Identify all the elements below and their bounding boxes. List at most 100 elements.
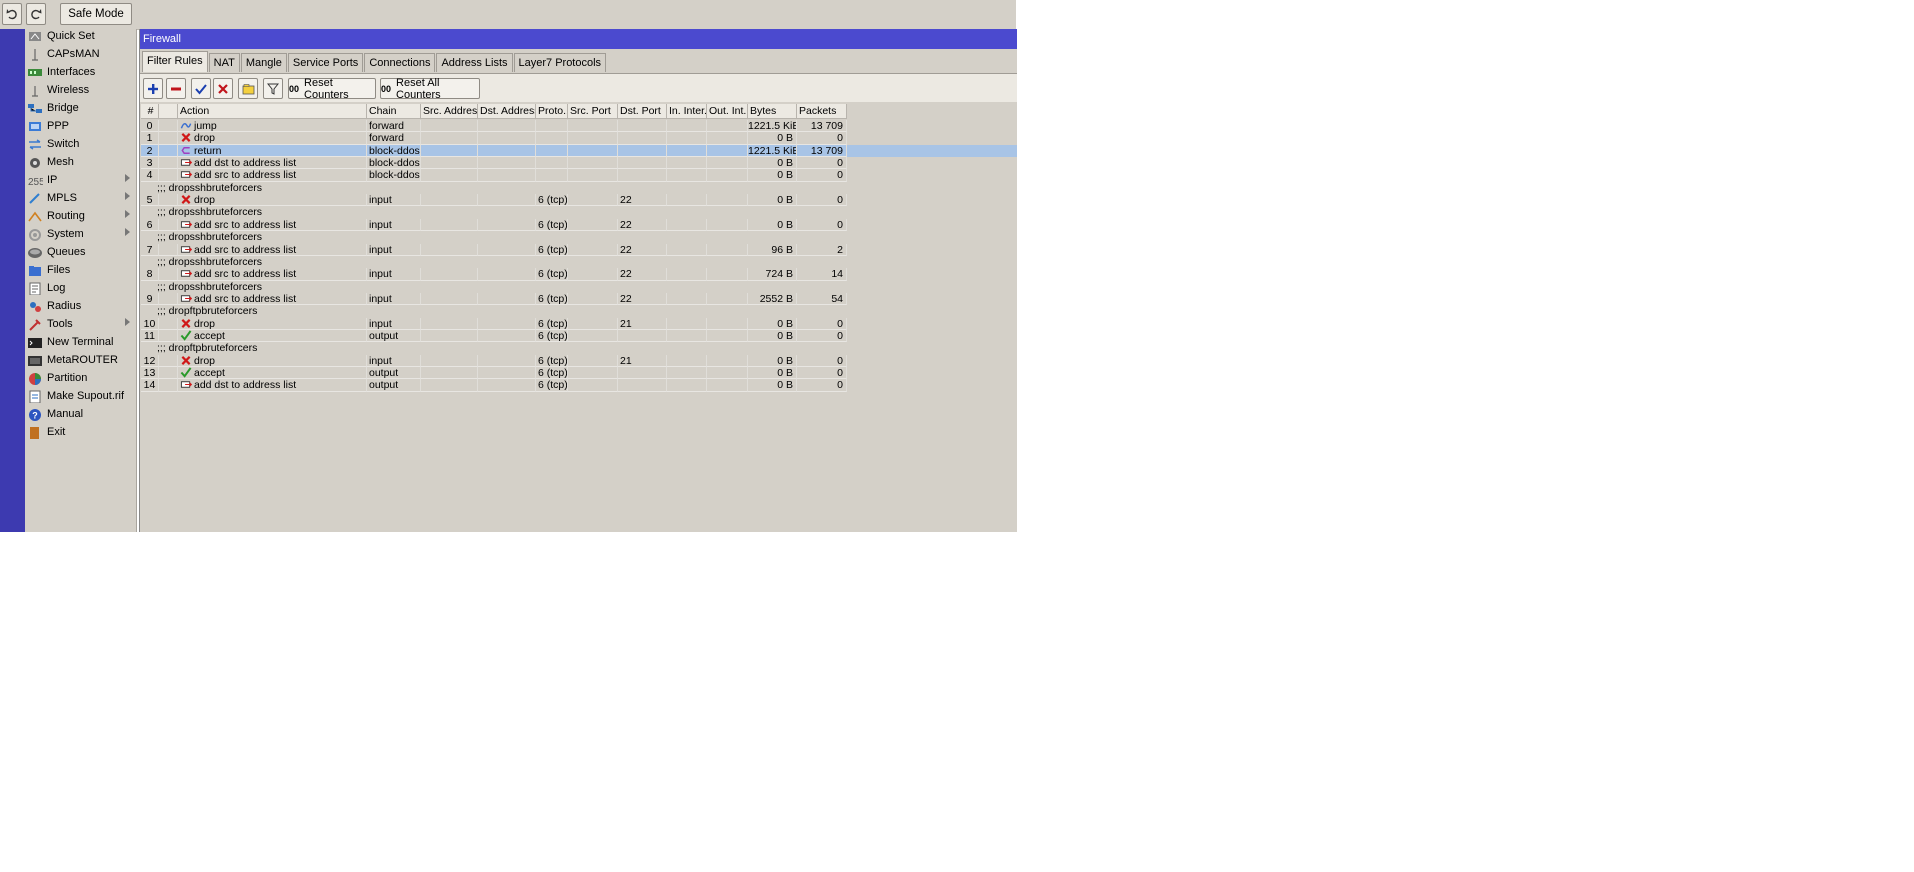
tab-service-ports[interactable]: Service Ports	[287, 53, 364, 72]
comment-text: ;;; dropsshbruteforcers	[157, 280, 263, 293]
table-row[interactable]: 0 jump forward 1221.5 KiB 13 709	[141, 120, 1017, 133]
table-cell	[707, 367, 748, 380]
table-row[interactable]: 6 add src to address list input 6 (tcp) 22 0 …	[141, 218, 1017, 232]
rule-comment[interactable]: ;;; dropsshbruteforcers	[141, 281, 1017, 293]
table-cell	[421, 354, 478, 367]
table-cell: 0	[797, 379, 847, 392]
reset-all-counters-button[interactable]: 00 Reset All Counters	[380, 76, 480, 101]
table-row[interactable]: 7 add src to address list input 6 (tcp) 22 96…	[141, 243, 1017, 256]
table-row[interactable]: 2 return block-ddos 1221.5 KiB 13 709	[141, 144, 1017, 158]
action-label: add src to address list	[194, 243, 297, 256]
remove-button[interactable]	[166, 78, 186, 99]
tab-filter-rules[interactable]: Filter Rules	[142, 51, 208, 72]
table-row[interactable]: 5 drop input 6 (tcp) 22 0 B0	[141, 194, 1017, 207]
column-header[interactable]: Src. Address	[421, 104, 478, 119]
column-header[interactable]: Src. Port	[568, 104, 618, 119]
table-cell: 13 709	[797, 120, 847, 133]
table-cell	[568, 132, 618, 145]
redo-button[interactable]	[26, 3, 46, 25]
column-header[interactable]: #	[141, 104, 159, 119]
column-header[interactable]: Action	[178, 104, 367, 119]
table-cell	[159, 157, 178, 170]
tab-address-lists[interactable]: Address Lists	[436, 53, 513, 72]
table-cell: 22	[618, 194, 667, 207]
filter-button[interactable]	[263, 78, 283, 99]
table-cell	[478, 367, 536, 380]
metarouter-icon	[27, 353, 43, 367]
column-header[interactable]: Bytes	[748, 104, 797, 119]
column-header[interactable]: In. Inter...	[667, 104, 707, 119]
table-cell	[568, 329, 618, 343]
exit-icon	[27, 425, 43, 439]
safe-mode-button[interactable]: Safe Mode	[60, 3, 132, 25]
table-cell	[478, 292, 536, 306]
table-cell: 0 B	[748, 329, 797, 343]
table-cell	[707, 132, 748, 145]
table-row[interactable]: 8 add src to address list input 6 (tcp) 22 72…	[141, 268, 1017, 281]
table-cell: 22	[618, 243, 667, 256]
table-row[interactable]: 10 drop input 6 (tcp) 21 0 B0	[141, 317, 1017, 330]
rule-comment[interactable]: ;;; dropftpbruteforcers	[141, 342, 1017, 354]
table-cell	[568, 169, 618, 182]
sidebar-item-label: MetaROUTER	[47, 354, 118, 366]
table-cell	[707, 354, 748, 367]
table-cell: 6	[141, 218, 159, 232]
table-row[interactable]: 4 add src to address list block-ddos 0 B0	[141, 169, 1017, 182]
disable-button[interactable]	[213, 78, 233, 99]
table-cell	[478, 317, 536, 330]
table-row[interactable]: 9 add src to address list input 6 (tcp) 22 25…	[141, 292, 1017, 306]
table-row[interactable]: 1 drop forward 0 B0	[141, 132, 1017, 145]
table-cell: 6 (tcp)	[536, 194, 568, 207]
rule-comment[interactable]: ;;; dropsshbruteforcers	[141, 206, 1017, 218]
minus-icon	[171, 87, 181, 90]
rule-comment[interactable]: ;;; dropsshbruteforcers	[141, 256, 1017, 268]
add-button[interactable]	[143, 78, 163, 99]
tab-nat[interactable]: NAT	[208, 53, 240, 72]
action-label: drop	[194, 132, 216, 145]
table-row[interactable]: 11 accept output 6 (tcp) 0 B0	[141, 329, 1017, 343]
column-header[interactable]: Chain	[367, 104, 421, 119]
action-label: drop	[194, 317, 216, 330]
column-header[interactable]: Proto...	[536, 104, 568, 119]
column-header[interactable]: Dst. Port	[618, 104, 667, 119]
table-cell	[421, 169, 478, 182]
supout-icon	[27, 389, 43, 404]
reset-counters-button[interactable]: 00 Reset Counters	[288, 77, 376, 101]
table-row[interactable]: 14 add dst to address list output 6 (tcp) 0 …	[141, 379, 1017, 392]
table-cell: add src to address list	[178, 292, 367, 306]
sidebar-item-exit[interactable]: Exit	[25, 421, 136, 443]
rule-comment[interactable]: ;;; dropsshbruteforcers	[141, 182, 1017, 194]
table-cell: forward	[367, 132, 421, 145]
table-cell	[618, 379, 667, 392]
table-row[interactable]: 13 accept output 6 (tcp) 0 B0	[141, 367, 1017, 380]
undo-button[interactable]	[2, 3, 22, 25]
table-cell	[159, 354, 178, 367]
column-header[interactable]: Dst. Address	[478, 104, 536, 119]
column-header[interactable]: Out. Int...	[707, 104, 748, 119]
tab-mangle[interactable]: Mangle	[240, 53, 287, 72]
column-header[interactable]: Packets	[797, 104, 847, 119]
rule-comment[interactable]: ;;; dropsshbruteforcers	[141, 231, 1017, 243]
table-cell: 2	[141, 144, 159, 158]
tab-layer7-protocols[interactable]: Layer7 Protocols	[513, 53, 607, 72]
routing-icon	[27, 209, 43, 223]
table-cell: 8	[141, 268, 159, 281]
column-header[interactable]	[159, 104, 178, 119]
table-row[interactable]: 3 add dst to address list block-ddos 0 B0	[141, 157, 1017, 170]
sidebar-item-label: PPP	[47, 120, 70, 132]
sidebar-item-label: Interfaces	[47, 66, 96, 78]
enable-button[interactable]	[191, 78, 211, 99]
comment-button[interactable]	[238, 78, 258, 99]
table-cell: 9	[141, 292, 159, 306]
system-icon	[27, 227, 43, 241]
table-cell: output	[367, 379, 421, 392]
tab-connections[interactable]: Connections	[364, 53, 436, 72]
table-row[interactable]: 12 drop input 6 (tcp) 21 0 B0	[141, 354, 1017, 367]
reset-all-counters-label: Reset All Counters	[396, 76, 441, 101]
svg-text:?: ?	[32, 411, 38, 421]
table-cell	[478, 354, 536, 367]
table-cell: 0 B	[748, 379, 797, 392]
rule-comment[interactable]: ;;; dropftpbruteforcers	[141, 305, 1017, 317]
table-cell	[667, 157, 707, 170]
antenna-icon	[27, 47, 43, 61]
